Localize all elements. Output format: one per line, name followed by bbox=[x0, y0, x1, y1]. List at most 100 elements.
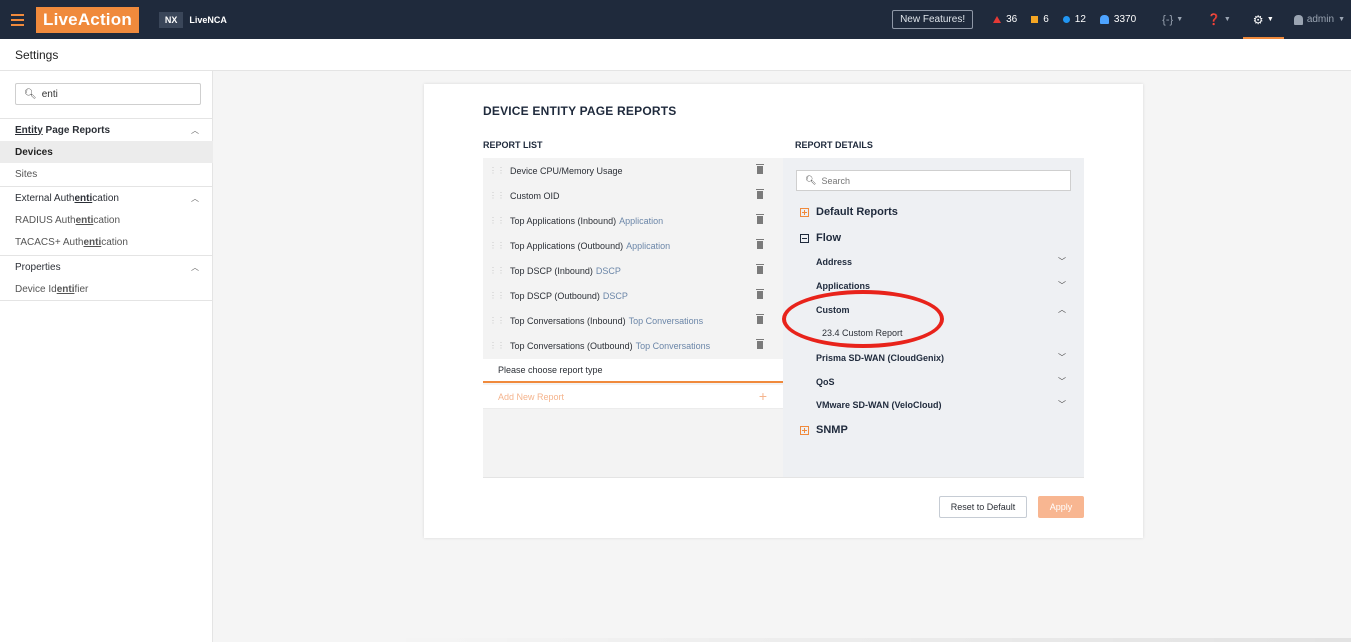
expand-plus-icon[interactable] bbox=[800, 425, 809, 435]
tree-flow-qos[interactable]: QoS ﹀ bbox=[816, 376, 1066, 387]
drag-handle-icon[interactable]: ⋮⋮ bbox=[489, 316, 505, 325]
match-highlight: enti bbox=[74, 192, 93, 204]
product-name[interactable]: LiveNCA bbox=[189, 15, 227, 25]
tree-flow-vmware[interactable]: VMware SD-WAN (VeloCloud) ﹀ bbox=[816, 399, 1066, 410]
chevron-down-icon[interactable]: ﹀ bbox=[1058, 280, 1066, 291]
trash-icon[interactable] bbox=[756, 214, 764, 224]
question-icon: ❓ bbox=[1207, 14, 1221, 26]
sidebar-item-sites[interactable]: Sites bbox=[0, 163, 213, 185]
report-name: Top Applications (Outbound) bbox=[510, 240, 624, 251]
label-part: RADIUS Auth bbox=[15, 214, 76, 226]
tree-flow-address[interactable]: Address ﹀ bbox=[816, 256, 1066, 267]
warning-alerts[interactable]: 6 bbox=[1031, 14, 1049, 25]
highlight-annotation-circle bbox=[782, 290, 944, 348]
report-type: Application bbox=[619, 215, 664, 226]
help-menu[interactable]: ❓ ▼ bbox=[1207, 13, 1231, 26]
user-menu[interactable]: admin ▼ bbox=[1293, 14, 1345, 25]
username: admin bbox=[1306, 14, 1335, 25]
tree-default-reports[interactable]: Default Reports bbox=[800, 206, 898, 218]
trash-icon[interactable] bbox=[756, 164, 764, 174]
chevron-up-icon[interactable]: ︿ bbox=[191, 262, 199, 273]
report-row[interactable]: ⋮⋮ Device CPU/Memory Usage bbox=[483, 158, 783, 183]
search-icon: 🔍︎ bbox=[24, 88, 37, 100]
square-warning-icon bbox=[1031, 16, 1039, 23]
drag-handle-icon[interactable]: ⋮⋮ bbox=[489, 216, 505, 225]
report-row[interactable]: ⋮⋮ Custom OID bbox=[483, 183, 783, 208]
tree-flow[interactable]: Flow bbox=[800, 232, 841, 244]
sidebar-item-tacacs[interactable]: TACACS+ Auth enti cation bbox=[0, 231, 213, 253]
plus-icon[interactable]: + bbox=[759, 388, 767, 404]
new-features-button[interactable]: New Features! bbox=[892, 10, 974, 29]
drag-handle-icon[interactable]: ⋮⋮ bbox=[489, 191, 505, 200]
warning-count: 6 bbox=[1043, 14, 1049, 25]
sidebar-item-device-identifier[interactable]: Device Id enti fier bbox=[0, 278, 213, 300]
report-name: Device CPU/Memory Usage bbox=[510, 165, 623, 176]
trash-icon[interactable] bbox=[756, 339, 764, 349]
trash-icon[interactable] bbox=[756, 289, 764, 299]
trash-icon[interactable] bbox=[756, 239, 764, 249]
hamburger-menu-icon[interactable] bbox=[0, 0, 34, 39]
add-new-report-button[interactable]: Add New Report + bbox=[483, 385, 783, 409]
add-new-report-label: Add New Report bbox=[498, 391, 565, 402]
critical-count: 36 bbox=[1006, 14, 1018, 25]
apply-button[interactable]: Apply bbox=[1038, 496, 1084, 518]
report-row[interactable]: ⋮⋮ Top Conversations (Inbound) Top Convers… bbox=[483, 308, 783, 333]
code-menu[interactable]: {-} ▼ bbox=[1162, 14, 1183, 26]
drag-handle-icon[interactable]: ⋮⋮ bbox=[489, 241, 505, 250]
notifications[interactable]: 3370 bbox=[1099, 14, 1136, 25]
label-part: TACACS+ Auth bbox=[15, 236, 84, 248]
info-alerts[interactable]: 12 bbox=[1062, 14, 1086, 25]
group-external-authentication: External Authentication ︿ RADIUS Auth ent… bbox=[0, 186, 213, 253]
expand-plus-icon[interactable] bbox=[800, 207, 809, 217]
details-search[interactable]: 🔍︎ Search bbox=[796, 170, 1071, 191]
sidebar-item-devices[interactable]: Devices bbox=[0, 141, 213, 163]
tree-snmp[interactable]: SNMP bbox=[800, 424, 848, 436]
settings-menu[interactable]: ⚙ ▼ bbox=[1242, 0, 1284, 39]
group-header-external-authentication[interactable]: External Authentication ︿ bbox=[0, 187, 213, 209]
drag-handle-icon[interactable]: ⋮⋮ bbox=[489, 266, 505, 275]
trash-icon[interactable] bbox=[756, 189, 764, 199]
group-header-properties[interactable]: Properties ︿ bbox=[0, 256, 213, 278]
chevron-down-icon[interactable]: ﹀ bbox=[1058, 352, 1066, 363]
report-row[interactable]: ⋮⋮ Top Applications (Outbound) Application bbox=[483, 233, 783, 258]
chevron-down-icon: ▼ bbox=[1266, 16, 1274, 23]
chevron-up-icon[interactable]: ︿ bbox=[191, 125, 199, 136]
label-part: cation bbox=[92, 192, 119, 204]
report-type: DSCP bbox=[595, 265, 621, 276]
sidebar-search[interactable]: 🔍︎ bbox=[15, 83, 201, 105]
drag-handle-icon[interactable]: ⋮⋮ bbox=[489, 291, 505, 300]
group-header-entity-page-reports[interactable]: Entity Page Reports ︿ bbox=[0, 119, 213, 141]
liveaction-logo[interactable]: LiveAction bbox=[36, 6, 139, 33]
report-row[interactable]: ⋮⋮ Top Applications (Inbound) Application bbox=[483, 208, 783, 233]
report-row[interactable]: ⋮⋮ Top Conversations (Outbound) Top Conver… bbox=[483, 333, 783, 358]
trash-icon[interactable] bbox=[756, 314, 764, 324]
tree-label: VMware SD-WAN (VeloCloud) bbox=[816, 399, 942, 410]
chevron-down-icon[interactable]: ﹀ bbox=[1058, 399, 1066, 410]
report-type-select[interactable]: Please choose report type bbox=[483, 359, 783, 383]
label-part: fier bbox=[74, 283, 89, 295]
divider bbox=[483, 477, 1084, 478]
group-properties: Properties ︿ Device Id enti fier bbox=[0, 255, 213, 301]
chevron-down-icon[interactable]: ﹀ bbox=[1058, 376, 1066, 387]
chevron-up-icon[interactable]: ︿ bbox=[191, 193, 199, 204]
report-row[interactable]: ⋮⋮ Top DSCP (Outbound) DSCP bbox=[483, 283, 783, 308]
drag-handle-icon[interactable]: ⋮⋮ bbox=[489, 341, 505, 350]
report-list: ⋮⋮ Device CPU/Memory Usage ⋮⋮ Custom OID ⋮… bbox=[483, 158, 783, 478]
report-name: Top DSCP (Outbound) bbox=[510, 290, 600, 301]
report-row[interactable]: ⋮⋮ Top DSCP (Inbound) DSCP bbox=[483, 258, 783, 283]
tree-flow-prisma[interactable]: Prisma SD-WAN (CloudGenix) ﹀ bbox=[816, 352, 1066, 363]
sidebar-search-input[interactable] bbox=[41, 88, 182, 100]
reset-to-default-button[interactable]: Reset to Default bbox=[939, 496, 1027, 518]
critical-alerts[interactable]: 36 bbox=[993, 14, 1017, 25]
bell-icon bbox=[1099, 15, 1109, 24]
chevron-down-icon[interactable]: ﹀ bbox=[1058, 256, 1066, 267]
details-search-placeholder[interactable]: Search bbox=[821, 176, 850, 186]
sidebar-item-radius[interactable]: RADIUS Auth enti cation bbox=[0, 209, 213, 231]
trash-icon[interactable] bbox=[756, 264, 764, 274]
report-name: Top Conversations (Inbound) bbox=[510, 315, 626, 326]
user-icon bbox=[1293, 14, 1303, 25]
drag-handle-icon[interactable]: ⋮⋮ bbox=[489, 166, 505, 175]
chevron-down-icon: ▼ bbox=[1338, 16, 1345, 23]
collapse-minus-icon[interactable] bbox=[800, 233, 809, 243]
chevron-up-icon[interactable]: ︿ bbox=[1058, 304, 1066, 315]
